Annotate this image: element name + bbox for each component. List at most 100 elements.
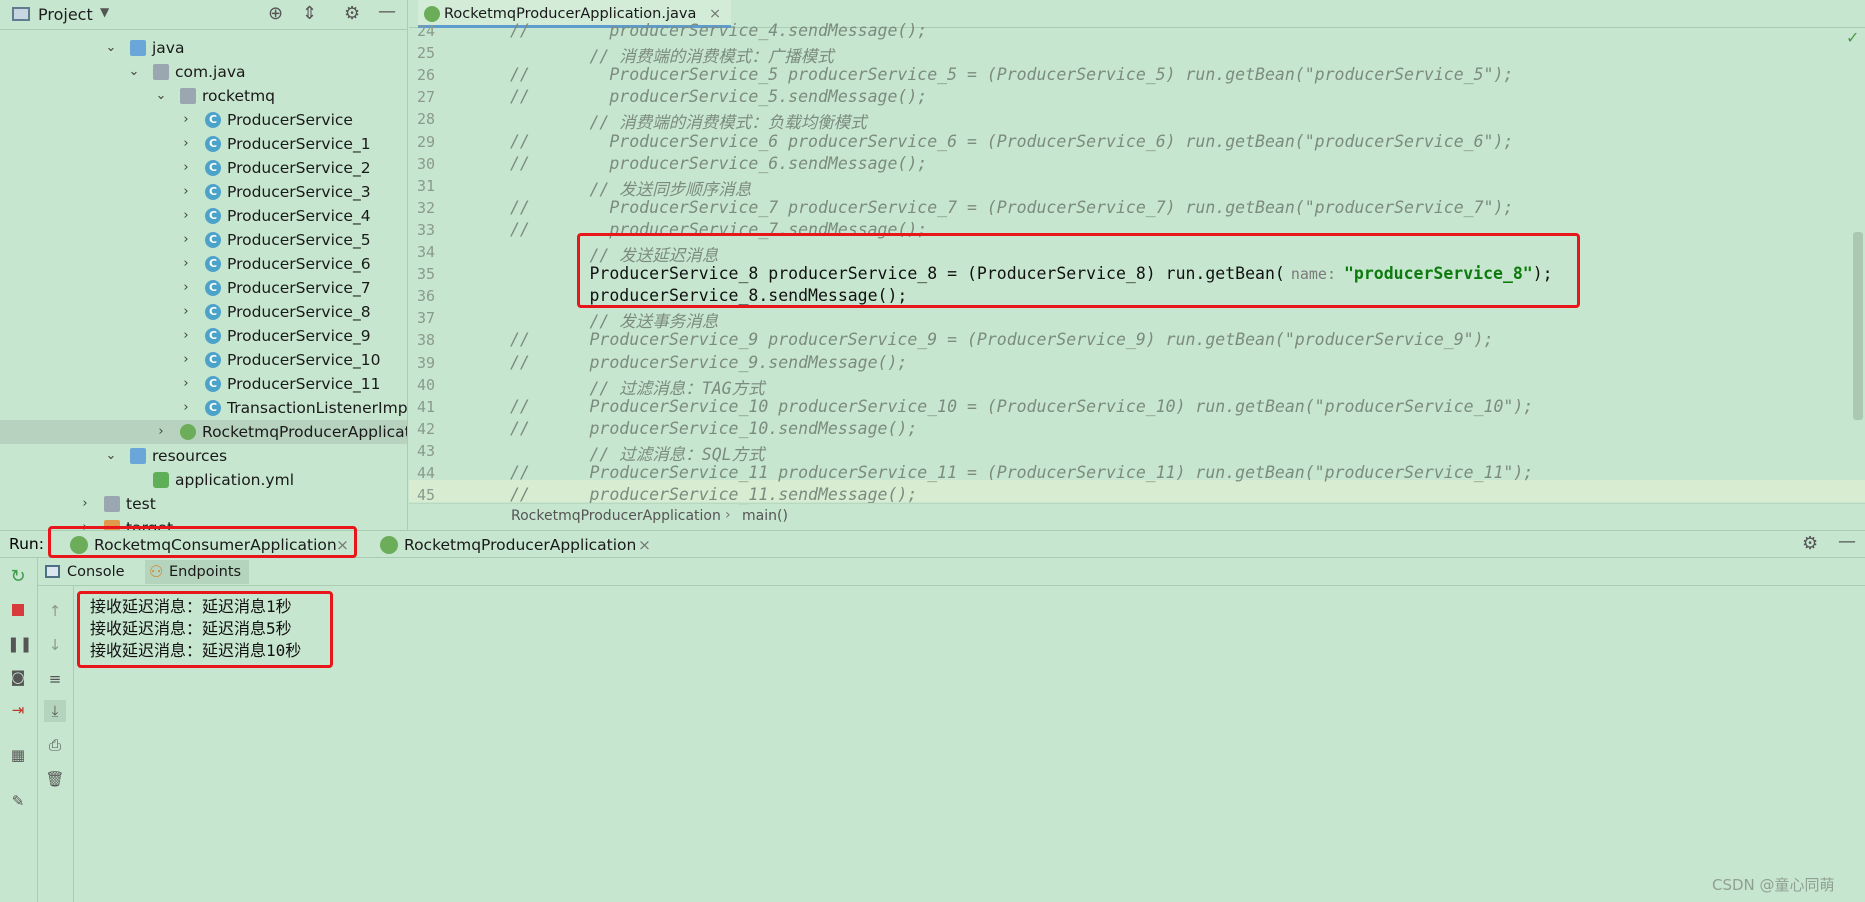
- chevron-icon[interactable]: ›: [179, 276, 193, 300]
- chevron-icon[interactable]: ›: [179, 156, 193, 180]
- project-panel-title[interactable]: Project: [38, 5, 93, 24]
- tree-item[interactable]: › test: [0, 492, 407, 516]
- exit-icon[interactable]: ⇥: [7, 699, 29, 721]
- line-number: 29: [416, 132, 435, 151]
- chevron-icon[interactable]: ›: [179, 324, 193, 348]
- code-line[interactable]: // producerService_9.sendMessage();: [510, 353, 907, 372]
- code-line[interactable]: // producerService_5.sendMessage();: [510, 87, 927, 106]
- layout-icon[interactable]: ▦: [7, 744, 29, 766]
- tree-item[interactable]: ⌄ resources: [0, 444, 407, 468]
- code-line[interactable]: // producerService_11.sendMessage();: [510, 485, 917, 504]
- folder-icon: [104, 496, 120, 512]
- tree-item[interactable]: › C ProducerService_1: [0, 132, 407, 156]
- chevron-icon[interactable]: ›: [179, 180, 193, 204]
- class-icon: C: [205, 208, 221, 224]
- minimize-icon[interactable]: —: [1838, 531, 1856, 552]
- chevron-icon[interactable]: ›: [179, 132, 193, 156]
- tree-item[interactable]: › RocketmqProducerApplicati: [0, 420, 407, 444]
- tree-item[interactable]: › C ProducerService_5: [0, 228, 407, 252]
- code-line[interactable]: // producerService_4.sendMessage();: [510, 21, 927, 40]
- chevron-icon[interactable]: ›: [179, 204, 193, 228]
- chevron-icon[interactable]: ›: [154, 420, 168, 444]
- chevron-down-icon[interactable]: ▼: [100, 5, 109, 19]
- chevron-icon[interactable]: ›: [179, 108, 193, 132]
- code-line[interactable]: // ProducerService_5 producerService_5 =…: [510, 65, 1513, 84]
- pause-icon[interactable]: ❚❚: [7, 633, 32, 655]
- camera-icon[interactable]: ◙: [7, 666, 29, 688]
- code-text: // producerService_11.sendMessage();: [510, 485, 918, 505]
- code-line[interactable]: // 消费端的消费模式：广播模式: [510, 43, 833, 67]
- tree-item[interactable]: › C ProducerService_4: [0, 204, 407, 228]
- close-tab-icon[interactable]: ×: [709, 6, 721, 22]
- chevron-icon[interactable]: ›: [179, 300, 193, 324]
- scroll-to-end-icon[interactable]: ⤓: [44, 700, 66, 722]
- chevron-icon[interactable]: ›: [179, 252, 193, 276]
- stop-icon[interactable]: [7, 600, 29, 622]
- minimize-icon[interactable]: —: [378, 1, 396, 22]
- locate-icon[interactable]: ⊕: [268, 3, 283, 24]
- console-icon: [45, 565, 60, 578]
- tree-item[interactable]: application.yml: [0, 468, 407, 492]
- tree-item[interactable]: ⌄ rocketmq: [0, 84, 407, 108]
- tree-item-label: ProducerService_9: [227, 327, 371, 345]
- collapse-all-icon[interactable]: ⇕: [302, 3, 317, 24]
- code-line[interactable]: // 过滤消息：SQL方式: [510, 441, 764, 465]
- editor-scrollbar[interactable]: [1853, 232, 1863, 420]
- print-icon[interactable]: ⎙: [44, 734, 66, 756]
- breadcrumb-class[interactable]: RocketmqProducerApplication: [511, 508, 721, 524]
- chevron-icon[interactable]: ›: [179, 228, 193, 252]
- code-line[interactable]: // ProducerService_6 producerService_6 =…: [510, 132, 1513, 151]
- chevron-icon[interactable]: ›: [179, 372, 193, 396]
- soft-wrap-icon[interactable]: ≡: [44, 668, 66, 690]
- code-text: // producerService_6.sendMessage();: [510, 153, 928, 173]
- code-line[interactable]: // 发送事务消息: [510, 308, 718, 332]
- line-number: 45: [416, 486, 435, 505]
- code-line[interactable]: // producerService_6.sendMessage();: [510, 154, 927, 173]
- tree-item[interactable]: › C ProducerService_9: [0, 324, 407, 348]
- chevron-icon[interactable]: ⌄: [127, 60, 141, 84]
- chevron-icon[interactable]: ›: [78, 492, 92, 516]
- trash-icon[interactable]: 🗑: [44, 768, 66, 790]
- tree-item[interactable]: › C ProducerService_10: [0, 348, 407, 372]
- tree-item[interactable]: › C ProducerService_3: [0, 180, 407, 204]
- pin-icon[interactable]: ✎: [7, 790, 29, 812]
- class-icon: C: [205, 232, 221, 248]
- tree-item[interactable]: › C ProducerService_7: [0, 276, 407, 300]
- code-line[interactable]: // ProducerService_11 producerService_11…: [510, 463, 1533, 482]
- chevron-icon[interactable]: ›: [179, 396, 193, 420]
- line-number: 34: [416, 243, 435, 261]
- code-line[interactable]: // producerService_10.sendMessage();: [510, 419, 917, 438]
- tree-item[interactable]: ⌄ com.java: [0, 60, 407, 84]
- arrow-down-icon[interactable]: ↓: [44, 634, 66, 656]
- code-line[interactable]: // ProducerService_10 producerService_10…: [510, 397, 1533, 416]
- tree-item[interactable]: › C ProducerService_11: [0, 372, 407, 396]
- arrow-up-icon[interactable]: ↑: [44, 600, 66, 622]
- tree-item[interactable]: › C ProducerService_2: [0, 156, 407, 180]
- chevron-icon[interactable]: ⌄: [104, 444, 118, 468]
- code-line[interactable]: // 消费端的消费模式：负载均衡模式: [510, 109, 866, 133]
- tree-item[interactable]: › C ProducerService_6: [0, 252, 407, 276]
- tree-item[interactable]: ⌄ java: [0, 36, 407, 60]
- chevron-icon[interactable]: ⌄: [154, 84, 168, 108]
- gear-icon[interactable]: ⚙: [1802, 533, 1818, 554]
- close-tab-icon[interactable]: ×: [638, 533, 651, 557]
- class-icon: C: [205, 160, 221, 176]
- tab-endpoints[interactable]: ⚇ Endpoints: [145, 560, 249, 584]
- code-line[interactable]: // ProducerService_9 producerService_9 =…: [510, 330, 1493, 349]
- code-line[interactable]: // ProducerService_7 producerService_7 =…: [510, 198, 1513, 217]
- chevron-icon[interactable]: ⌄: [104, 36, 118, 60]
- inspection-ok-icon[interactable]: ✓: [1846, 28, 1859, 47]
- tab-console-label: Console: [67, 564, 125, 580]
- gear-icon[interactable]: ⚙: [344, 3, 360, 24]
- tree-item[interactable]: › C TransactionListenerImpl: [0, 396, 407, 420]
- tab-console[interactable]: Console: [43, 560, 127, 584]
- code-line[interactable]: // 过滤消息：TAG方式: [510, 375, 765, 399]
- chevron-icon[interactable]: ›: [179, 348, 193, 372]
- breadcrumb-method[interactable]: main(): [742, 508, 788, 524]
- code-text: // 过滤消息：TAG方式: [510, 378, 765, 398]
- tree-item[interactable]: › C ProducerService_8: [0, 300, 407, 324]
- tree-item-label: ProducerService_7: [227, 279, 371, 297]
- rerun-icon[interactable]: ↻: [7, 566, 29, 588]
- tree-item[interactable]: › C ProducerService: [0, 108, 407, 132]
- code-line[interactable]: // 发送同步顺序消息: [510, 176, 751, 200]
